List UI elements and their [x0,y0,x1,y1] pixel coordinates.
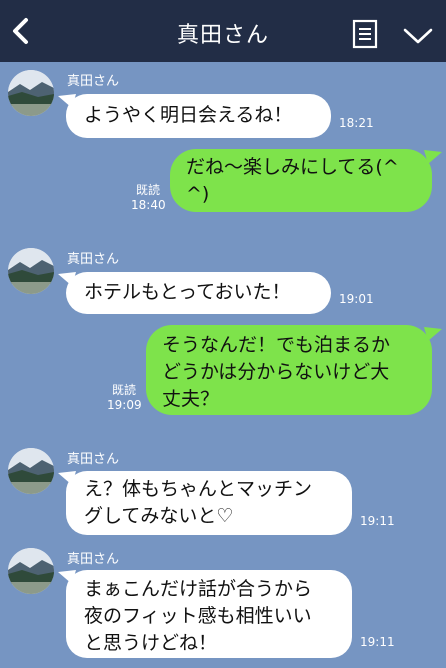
message-bubble[interactable]: まぁこんだけ話が合うから 夜のフィット感も相性いい と思うけどね！ [66,570,352,658]
message-time: 19:09 [107,398,142,412]
sender-name: 真田さん [67,452,120,467]
message-time: 19:11 [360,635,395,649]
sender-name: 真田さん [67,552,120,567]
avatar[interactable] [8,248,54,294]
avatar[interactable] [8,548,54,594]
message-line: 丈夫？ [162,388,220,410]
note-icon[interactable] [352,19,378,49]
message-line: グしてみないと♡ [84,505,234,527]
message-line: だね〜楽しみにしてる(^ [186,156,399,178]
message-time: 18:21 [339,116,374,130]
message-line: 夜のフィット感も相性いい [84,605,312,627]
message-bubble[interactable]: そうなんだ！でも泊まるか どうかは分からないけど大 丈夫？ [146,325,432,415]
message-time: 19:11 [360,514,395,528]
message-bubble[interactable]: え？体もちゃんとマッチン グしてみないと♡ [66,471,352,535]
chat-header: 真田さん [0,0,446,62]
read-label: 既読 [135,183,160,197]
bubble-tail [424,327,442,341]
message-bubble[interactable]: ようやく明日会えるね！ [66,94,331,138]
message-time: 19:01 [339,292,374,306]
chat-title: 真田さん [176,23,269,48]
message-line: ホテルもとっておいた！ [84,281,291,303]
bubble-tail [424,150,442,164]
message-time: 18:40 [131,198,166,212]
message-bubble[interactable]: ホテルもとっておいた！ [66,272,331,314]
avatar[interactable] [8,448,54,494]
message-line: どうかは分からないけど大 [162,361,390,383]
sender-name: 真田さん [67,252,120,267]
sender-name: 真田さん [67,74,120,89]
message-line: ようやく明日会えるね！ [84,104,293,126]
read-label: 既読 [111,383,136,397]
message-bubble[interactable]: だね〜楽しみにしてる(^ ^) [170,149,432,212]
message-line: と思うけどね！ [84,632,218,654]
message-line: まぁこんだけ話が合うから [84,578,313,600]
chevron-down-icon[interactable] [402,26,434,46]
message-line: そうなんだ！でも泊まるか [162,334,391,356]
avatar[interactable] [8,70,54,116]
message-line: え？体もちゃんとマッチン [84,478,313,500]
message-line: ^) [186,183,210,205]
read-receipt: 既読 18:40 [131,183,166,213]
read-receipt: 既読 19:09 [107,383,142,413]
